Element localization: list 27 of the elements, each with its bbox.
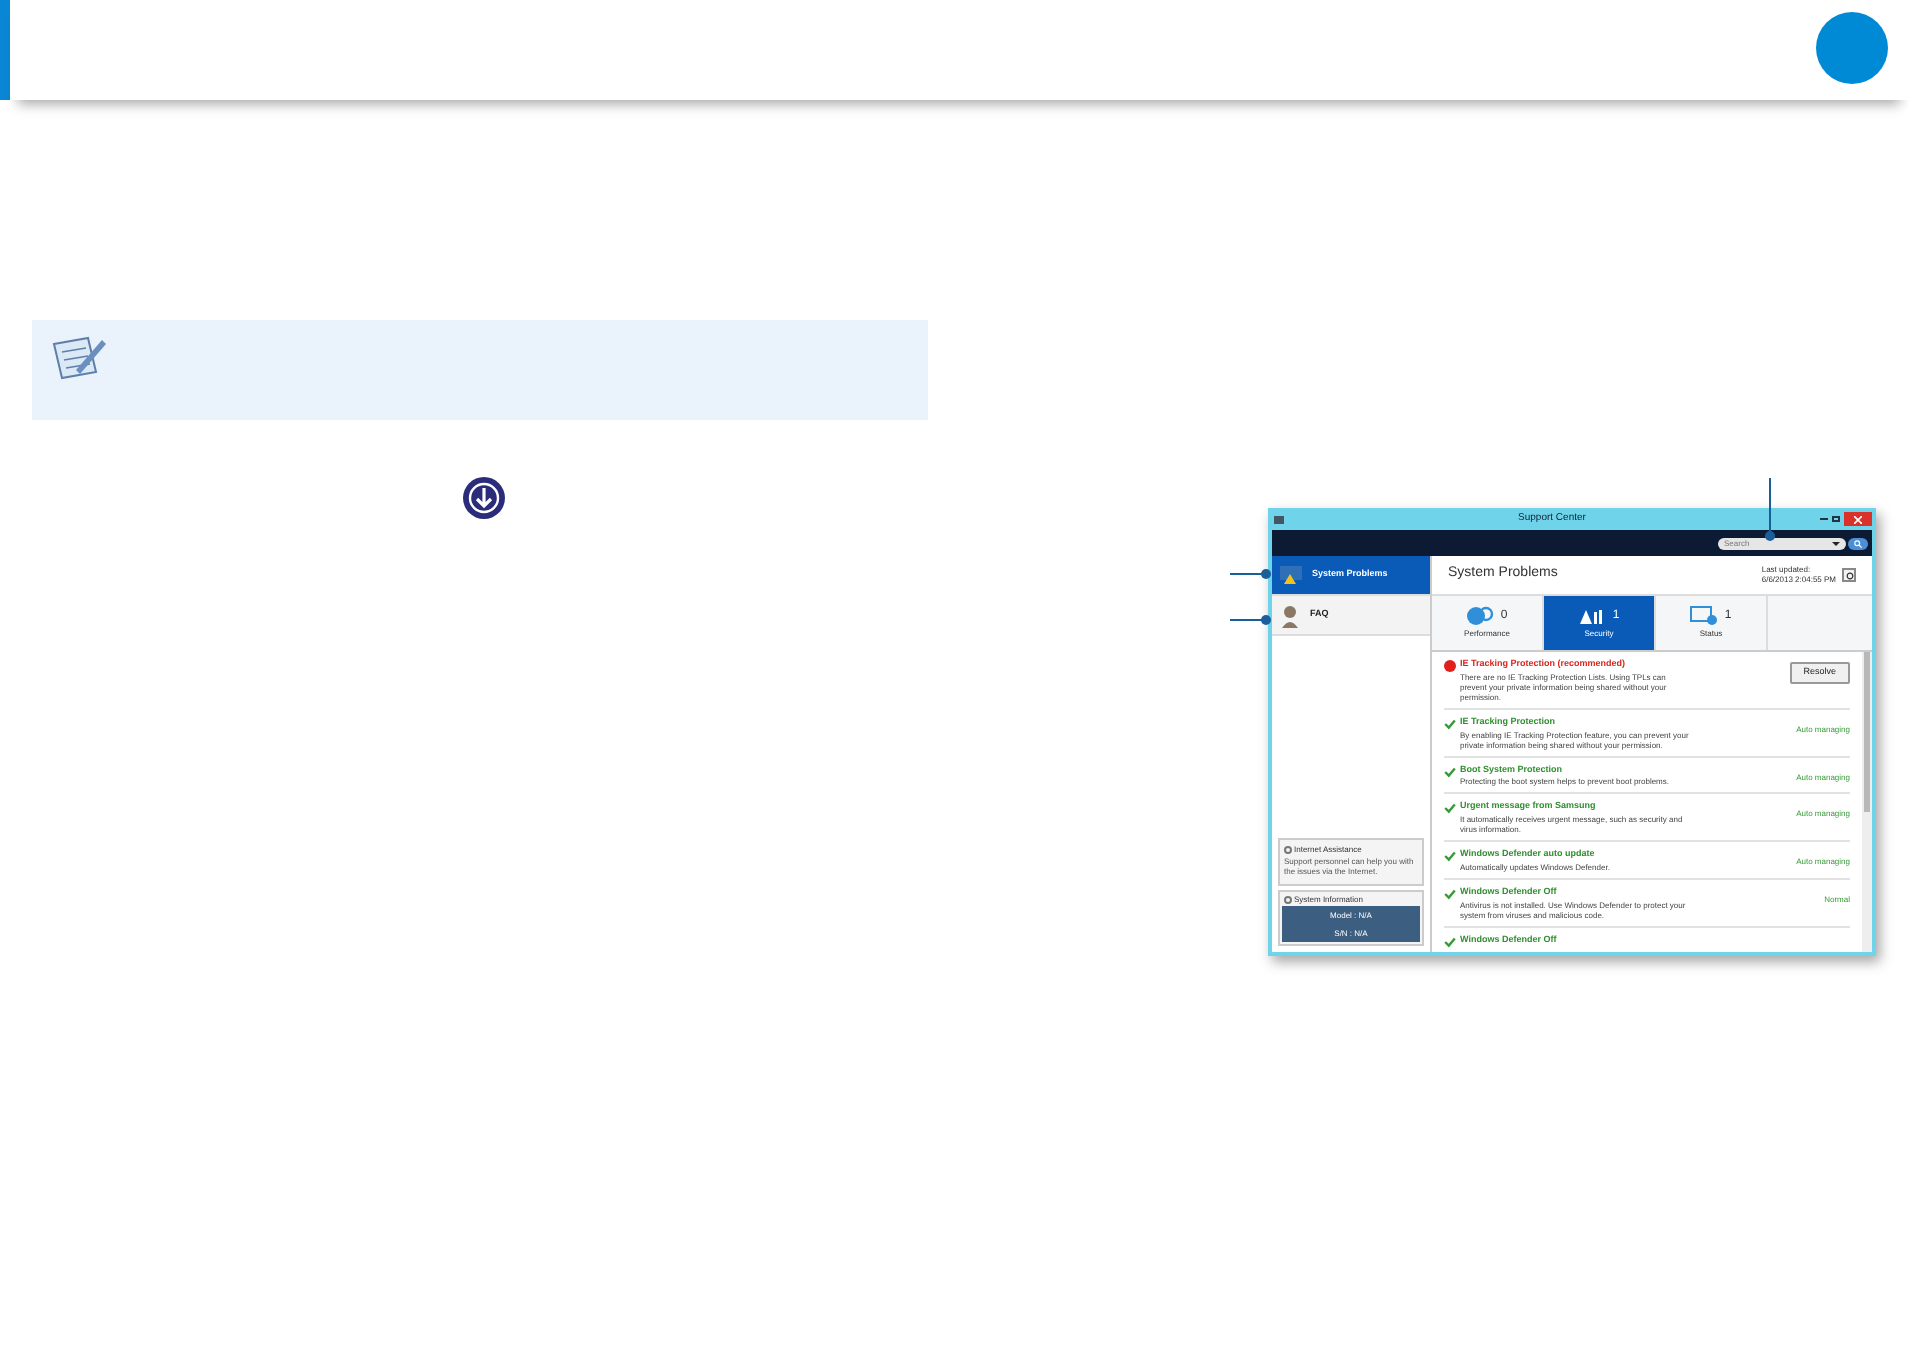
accent-bar — [0, 0, 10, 100]
callout-line — [1764, 478, 1776, 542]
maximize-icon[interactable] — [1831, 516, 1840, 522]
error-icon — [1444, 660, 1456, 672]
search-button[interactable] — [1848, 537, 1868, 549]
search-icon — [1854, 539, 1862, 547]
caret-icon — [1832, 541, 1840, 545]
down-arrow-circle-icon — [462, 476, 506, 520]
scrollbar-thumb[interactable] — [1864, 652, 1870, 812]
refresh-button[interactable] — [1842, 568, 1856, 582]
callout-line — [1230, 568, 1272, 580]
check-icon — [1444, 887, 1456, 900]
check-icon — [1444, 935, 1456, 947]
scrollbar[interactable] — [1862, 652, 1872, 952]
refresh-icon — [1845, 571, 1853, 579]
close-button[interactable] — [1843, 512, 1872, 526]
check-icon — [1444, 802, 1456, 815]
monitor-warning-icon — [1280, 565, 1302, 585]
check-icon — [1444, 765, 1456, 777]
minimize-icon[interactable] — [1819, 518, 1828, 520]
note-pencil-icon — [48, 332, 108, 384]
callout-line — [1230, 614, 1272, 626]
monitor-icon — [1690, 606, 1719, 626]
close-icon[interactable] — [1853, 515, 1862, 523]
check-icon — [1444, 850, 1456, 862]
check-icon — [1444, 717, 1456, 730]
app-icon — [1274, 515, 1284, 523]
